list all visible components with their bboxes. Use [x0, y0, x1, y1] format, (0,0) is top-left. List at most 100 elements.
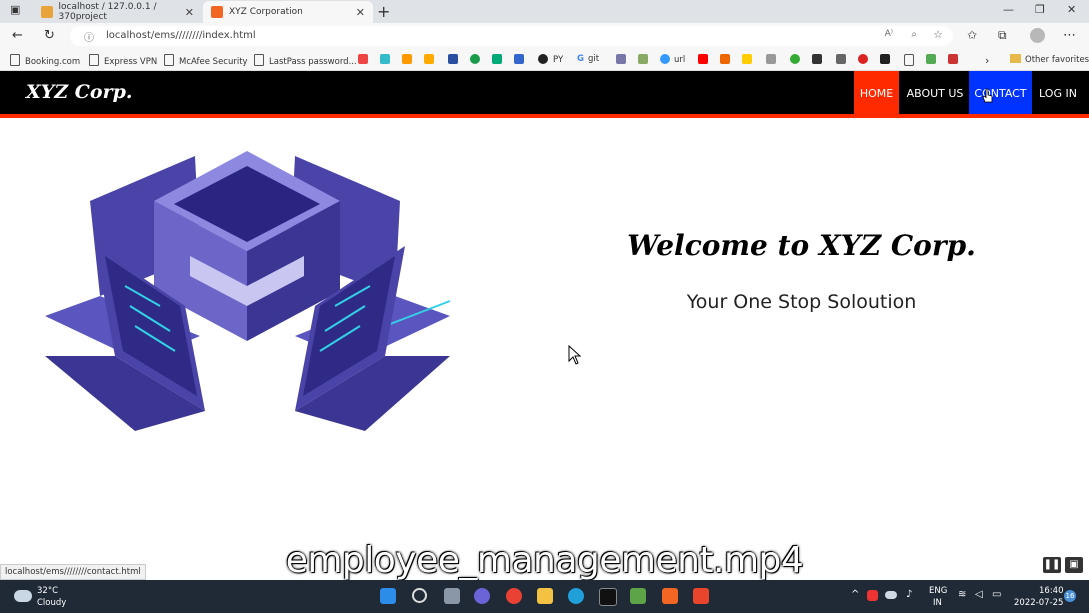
address-bar-row: ← ↻ ⓘ localhost/ems////////index.html A⁾…	[0, 23, 1089, 49]
refresh-icon[interactable]: ↻	[44, 28, 55, 43]
bookmarks-bar: Booking.com Express VPN McAfee Security …	[0, 49, 1089, 71]
maximize-icon[interactable]: ❐	[1035, 3, 1045, 16]
notepad-icon[interactable]	[630, 588, 646, 604]
microphone-icon[interactable]: ♪	[906, 589, 912, 600]
bookmark-git[interactable]: Ggit	[577, 54, 599, 64]
tab-phpmyadmin[interactable]: localhost / 127.0.0.1 / 370project ✕	[33, 1, 202, 23]
pause-icon[interactable]: ❚❚	[1043, 557, 1061, 573]
minimize-icon[interactable]: —	[1003, 3, 1014, 16]
link-icon	[660, 54, 670, 64]
bookmark-mcafee[interactable]: McAfee Security	[164, 54, 248, 67]
edge-icon[interactable]	[568, 588, 584, 604]
bookmark-icon[interactable]	[638, 54, 648, 64]
bookmark-icon[interactable]	[880, 54, 890, 64]
tray-app-icon[interactable]	[867, 590, 878, 601]
bookmark-icon[interactable]	[812, 54, 822, 64]
battery-icon[interactable]: ▭	[992, 589, 1001, 600]
bookmark-icon[interactable]	[836, 54, 846, 64]
bookmark-lastpass[interactable]: LastPass password...	[254, 54, 357, 67]
site-navbar: XYZ Corp. HOME ABOUT US CONTACT LOG IN	[0, 71, 1089, 118]
file-explorer-icon[interactable]	[537, 588, 553, 604]
tab-actions-icon[interactable]: ▣	[10, 3, 20, 16]
chevron-up-icon[interactable]: ^	[851, 589, 859, 600]
info-icon[interactable]: ⓘ	[84, 29, 94, 44]
page-icon[interactable]	[904, 54, 914, 66]
chrome-icon[interactable]	[506, 588, 522, 604]
phpmyadmin-favicon-icon	[41, 6, 53, 18]
bookmark-expressvpn[interactable]: Express VPN	[89, 54, 157, 67]
teams-chat-icon[interactable]	[474, 588, 490, 604]
close-icon[interactable]: ✕	[356, 6, 365, 19]
collections-icon[interactable]: ⧉	[998, 28, 1007, 43]
bookmark-icon[interactable]	[948, 54, 958, 64]
nav-log-in[interactable]: LOG IN	[1036, 71, 1080, 114]
bookmark-icon[interactable]	[514, 54, 524, 64]
video-caption: employee_management.mp4	[285, 540, 804, 581]
bookmark-icon[interactable]	[470, 54, 480, 64]
bookmark-icon[interactable]	[402, 54, 412, 64]
bookmark-icon[interactable]	[492, 54, 502, 64]
language-bottom[interactable]: IN	[933, 598, 942, 608]
more-bookmarks-icon[interactable]: ›	[985, 54, 989, 67]
bookmark-icon[interactable]	[742, 54, 752, 64]
url-text[interactable]: localhost/ems////////index.html	[106, 30, 256, 41]
weather-desc[interactable]: Cloudy	[37, 598, 66, 608]
heart-icon[interactable]	[858, 54, 868, 64]
new-tab-icon[interactable]: +	[377, 2, 390, 21]
bookmark-url[interactable]: url	[660, 54, 685, 65]
favorite-star-icon[interactable]: ☆	[933, 28, 943, 41]
volume-icon[interactable]: ◁	[975, 589, 983, 600]
task-view-icon[interactable]	[444, 588, 460, 604]
close-icon[interactable]: ✕	[185, 6, 194, 19]
bookmark-icon[interactable]	[358, 54, 368, 64]
address-bar[interactable]: ⓘ localhost/ems////////index.html A⁾ ⌕ ☆	[70, 26, 953, 46]
tab-label: localhost / 127.0.0.1 / 370project	[58, 2, 157, 22]
github-icon	[538, 54, 548, 64]
nav-contact[interactable]: CONTACT	[969, 71, 1032, 114]
profile-avatar[interactable]	[1030, 28, 1045, 43]
mouse-cursor-icon	[568, 345, 582, 365]
app-icon[interactable]	[693, 588, 709, 604]
notification-badge[interactable]: 16	[1064, 590, 1076, 602]
tab-label: XYZ Corporation	[229, 7, 303, 17]
other-favorites[interactable]: Other favorites	[1010, 54, 1089, 65]
picture-in-picture-icon[interactable]: ▣	[1065, 557, 1083, 573]
google-icon: G	[577, 54, 584, 64]
zoom-icon[interactable]: ⌕	[911, 29, 917, 40]
windows-start-icon[interactable]	[380, 588, 396, 604]
youtube-icon[interactable]	[698, 54, 708, 64]
bookmark-icon[interactable]	[380, 54, 390, 64]
nav-about-us[interactable]: ABOUT US	[903, 71, 967, 114]
favorites-icon[interactable]: ✩	[967, 28, 977, 42]
more-menu-icon[interactable]: ⋯	[1063, 28, 1076, 43]
xampp-icon[interactable]	[662, 588, 678, 604]
bookmark-icon[interactable]	[424, 54, 434, 64]
clock-time[interactable]: 16:40	[1039, 586, 1064, 596]
brand-logo[interactable]: XYZ Corp.	[26, 81, 133, 103]
cloud-icon[interactable]	[14, 590, 32, 602]
bookmark-github-py[interactable]: PY	[538, 54, 563, 65]
bookmark-icon[interactable]	[766, 54, 776, 64]
language-top[interactable]: ENG	[929, 586, 947, 596]
search-icon[interactable]	[412, 588, 427, 603]
back-icon[interactable]: ←	[12, 28, 23, 43]
bookmark-icon[interactable]	[926, 54, 936, 64]
clock-date[interactable]: 2022-07-25	[1014, 598, 1063, 608]
welcome-heading: Welcome to XYZ Corp.	[627, 229, 976, 262]
weather-temp[interactable]: 32°C	[37, 586, 58, 596]
wifi-icon[interactable]: ≋	[958, 589, 966, 600]
bookmark-booking[interactable]: Booking.com	[10, 54, 80, 67]
bookmark-icon[interactable]	[790, 54, 800, 64]
bookmark-icon[interactable]	[616, 54, 626, 64]
bookmark-icon[interactable]	[448, 54, 458, 64]
hand-cursor-icon	[982, 88, 993, 103]
tab-xyz-corporation[interactable]: XYZ Corporation ✕	[203, 1, 373, 23]
read-aloud-icon[interactable]: A⁾	[885, 29, 893, 39]
page-icon	[254, 54, 264, 66]
nav-home[interactable]: HOME	[854, 71, 899, 114]
status-url: localhost/ems////////contact.html	[0, 564, 146, 580]
window-close-icon[interactable]: ✕	[1067, 3, 1076, 16]
terminal-icon[interactable]	[599, 588, 617, 606]
onedrive-icon[interactable]	[885, 591, 897, 599]
bookmark-icon[interactable]	[720, 54, 730, 64]
